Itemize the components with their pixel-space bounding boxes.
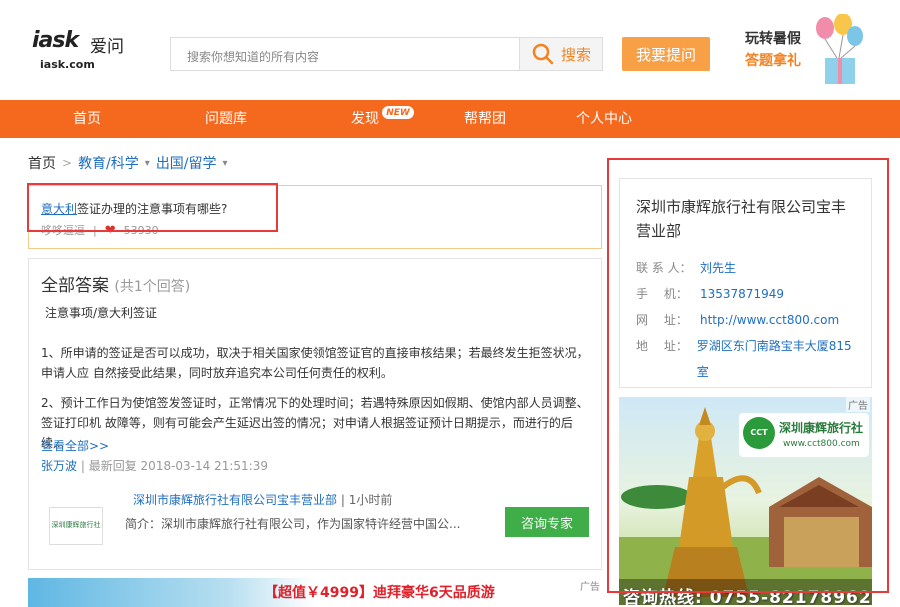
answer-line: 注意事项/意大利签证 <box>45 306 158 320</box>
breadcrumb-home[interactable]: 首页 <box>28 153 56 173</box>
answers-count: (共1个回答) <box>114 279 191 295</box>
consult-expert-button[interactable]: 咨询专家 <box>505 507 589 537</box>
breadcrumb-category-education[interactable]: 教育/科学 <box>78 153 139 173</box>
search-button-label: 搜索 <box>560 45 591 64</box>
answer-body: 注意事项/意大利签证 1、所申请的签证是否可以成功，取决于相关国家使领馆签证官的… <box>41 303 591 453</box>
answer-author[interactable]: 张万波 <box>41 459 77 473</box>
logo-url: iask.com <box>40 58 95 71</box>
highlight-box-question <box>27 183 278 232</box>
answers-title: 全部答案 <box>41 276 109 296</box>
sponsored-answer-card: 深圳康辉旅行社 深圳市康辉旅行社有限公司宝丰营业部 | 1小时前 简介：深圳市康… <box>41 485 591 555</box>
answer-line: 1、所申请的签证是否可以成功，取决于相关国家使领馆签证官的直接审核结果；若最终发… <box>41 346 589 380</box>
nav-question-bank[interactable]: 问题库 <box>205 100 247 138</box>
breadcrumb-separator: > <box>62 156 73 170</box>
search-icon <box>532 43 554 65</box>
ask-question-button[interactable]: 我要提问 <box>622 37 710 71</box>
nav-discover[interactable]: 发现 <box>351 100 379 138</box>
view-all-link[interactable]: 查看全部>> <box>41 437 109 454</box>
ad-tag: 广告 <box>580 582 600 593</box>
new-badge: NEW <box>381 105 415 120</box>
sponsored-company-link[interactable]: 深圳市康辉旅行社有限公司宝丰营业部 <box>133 493 337 507</box>
nav-personal-center[interactable]: 个人中心 <box>576 100 632 138</box>
promo-line1: 玩转暑假 <box>745 31 801 47</box>
answer-line: 2、预计工作日为使馆签发签证时，正常情况下的处理时间；若遇特殊原因如假期、使馆内… <box>41 396 589 450</box>
page-header: iask 爱问 iask.com 搜索你想知道的所有内容 搜索 我要提问 玩转暑… <box>0 0 900 100</box>
chevron-down-icon[interactable]: ▾ <box>145 158 150 169</box>
site-logo[interactable]: iask 爱问 iask.com <box>32 28 132 74</box>
answer-meta: 张万波 | 最新回复 2018-03-14 21:51:39 <box>41 457 268 474</box>
sponsored-intro: 简介：深圳市康辉旅行社有限公司，作为国家特许经营中国公... <box>125 517 461 531</box>
promo-line2: 答题拿礼 <box>745 53 801 69</box>
banner-text: 【超值￥4999】迪拜豪华6天品质游 <box>264 585 495 601</box>
nav-home[interactable]: 首页 <box>73 100 101 138</box>
reply-label: 最新回复 <box>88 459 137 473</box>
breadcrumb: 首页 > 教育/科学 ▾ 出国/留学 ▾ <box>28 153 228 173</box>
answers-heading: 全部答案 (共1个回答) <box>41 271 190 296</box>
highlight-box-sidebar <box>607 158 889 593</box>
summer-promo[interactable]: 玩转暑假 答题拿礼 <box>745 14 865 86</box>
reply-time: 2018-03-14 21:51:39 <box>140 459 268 473</box>
company-logo[interactable]: 深圳康辉旅行社 <box>49 507 103 545</box>
meta-divider: | <box>80 459 89 473</box>
search-button[interactable]: 搜索 <box>519 37 603 71</box>
answers-panel: 全部答案 (共1个回答) 注意事项/意大利签证 1、所申请的签证是否可以成功，取… <box>28 258 602 570</box>
breadcrumb-category-study-abroad[interactable]: 出国/留学 <box>156 153 217 173</box>
search-input[interactable]: 搜索你想知道的所有内容 <box>170 37 520 71</box>
logo-mark: iask <box>32 28 79 53</box>
main-nav: 首页 问题库 发现 帮帮团 个人中心 <box>0 100 900 138</box>
sponsored-time: 1小时前 <box>348 493 393 507</box>
bottom-ad-banner[interactable]: 【超值￥4999】迪拜豪华6天品质游 广告 <box>28 578 602 607</box>
meta-divider: | <box>340 493 349 507</box>
logo-cn: 爱问 <box>90 37 124 57</box>
sponsored-title: 深圳市康辉旅行社有限公司宝丰营业部 | 1小时前 <box>133 491 392 508</box>
chevron-down-icon[interactable]: ▾ <box>223 158 228 169</box>
balloons-icon <box>816 14 863 84</box>
nav-help-group[interactable]: 帮帮团 <box>464 100 506 138</box>
